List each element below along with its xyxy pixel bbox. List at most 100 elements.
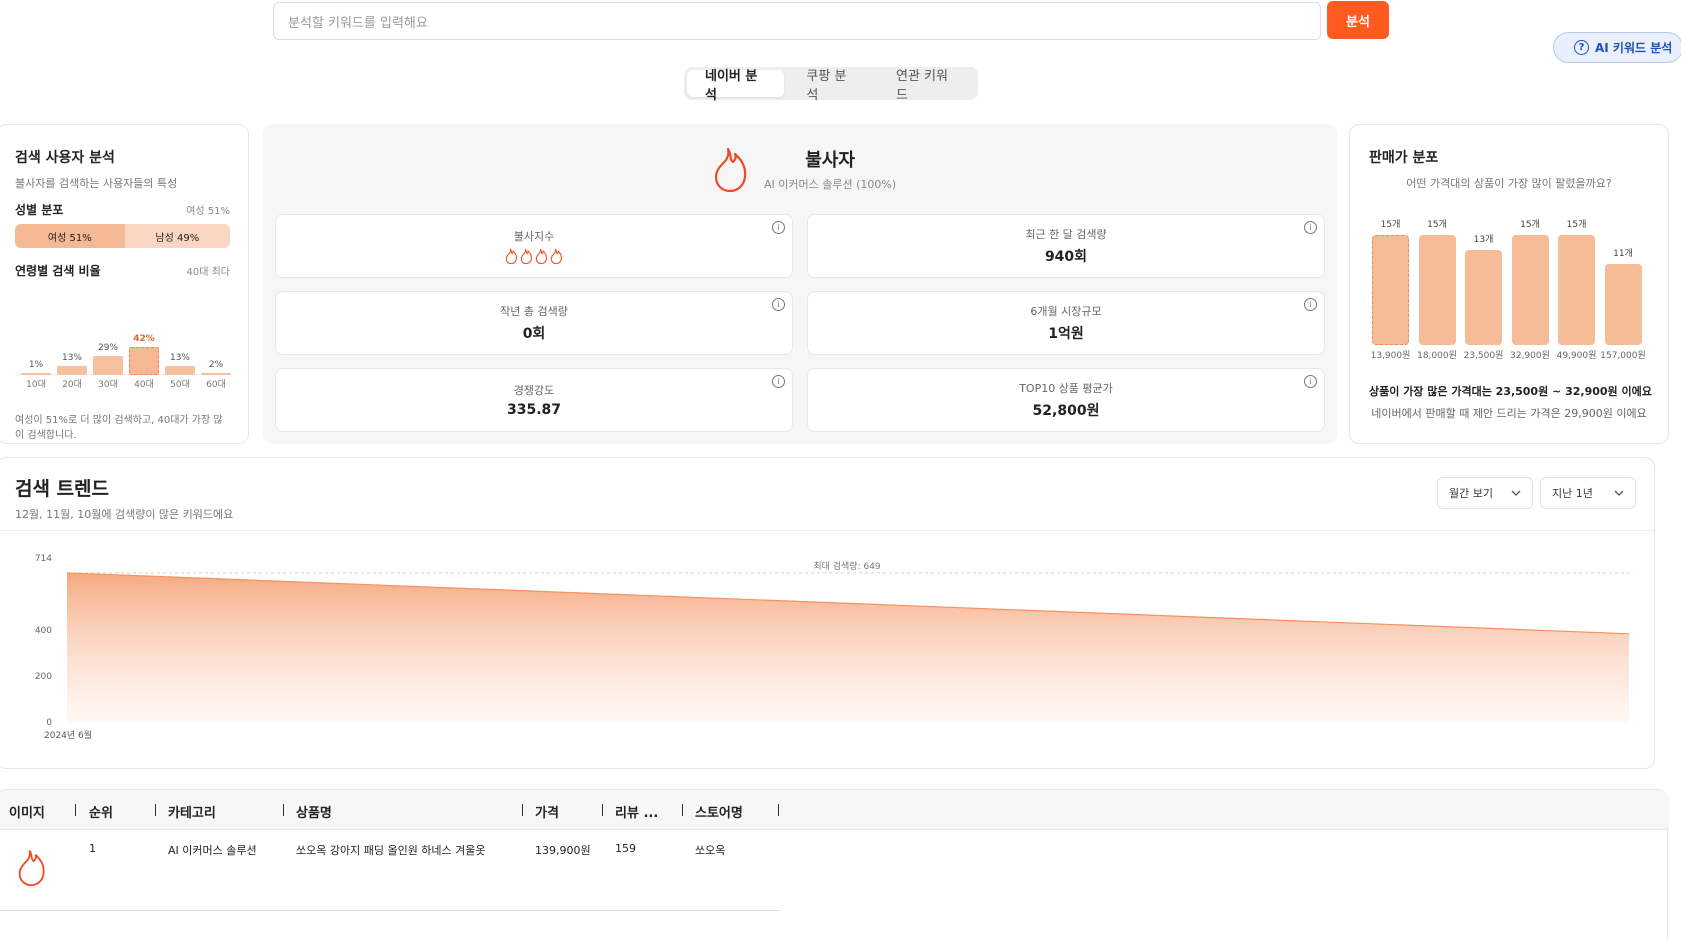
price-bar-count: 15개	[1427, 220, 1447, 230]
info-icon[interactable]: i	[772, 221, 785, 234]
age-label: 10대	[26, 380, 46, 390]
price-bar	[1418, 235, 1456, 345]
age-bar-40대: 42% 40대	[129, 334, 159, 390]
y-tick-label: 200	[35, 672, 52, 682]
metric-value: 52,800원	[1032, 403, 1100, 419]
y-tick-label: 714	[35, 554, 52, 564]
age-bar-60대: 2% 60대	[201, 360, 231, 390]
age-bar	[57, 366, 87, 375]
user-analysis-card: 검색 사용자 분석 불사자를 검색하는 사용자들의 특성 성별 분포 여성 51…	[0, 124, 249, 444]
price-bar-2: 13개 23,500원	[1464, 232, 1504, 361]
search-input[interactable]: 분석할 키워드를 입력해요	[273, 2, 1321, 40]
metric-label: 불사지수	[513, 230, 555, 243]
search-trend-card: 검색 트렌드 12월, 11월, 10월에 검색량이 많은 키워드에요 월간 보…	[0, 457, 1655, 769]
cell-store: 쏘오옥	[695, 844, 726, 857]
metric-value: 940회	[1044, 249, 1088, 265]
price-dist-summary-text: 상품이 가장 많은 가격대는 23,500원 ~ 32,900원 이에요	[1369, 385, 1652, 398]
column-resize-handle[interactable]	[778, 804, 779, 816]
range-select-value: 지난 1년	[1552, 487, 1593, 500]
metric-monthly-search: 최근 한 달 검색량 940회 i	[807, 214, 1325, 278]
product-table: 이미지 순위 카테고리 상품명 가격 리뷰 ... 스토어명 1 AI 이커머스 솔루션 쏘…	[0, 789, 1669, 940]
column-resize-handle[interactable]	[602, 804, 603, 816]
age-bar	[165, 366, 195, 375]
help-icon: ?	[1574, 40, 1589, 55]
price-category-label: 32,900원	[1510, 351, 1550, 361]
info-icon[interactable]: i	[1304, 375, 1317, 388]
header-store[interactable]: 스토어명	[695, 802, 743, 821]
metric-top10-avg-price: TOP10 상품 평균가 52,800원 i	[807, 368, 1325, 432]
column-resize-handle[interactable]	[155, 804, 156, 816]
price-bar-count: 13개	[1473, 234, 1494, 245]
age-pct-label: 29%	[97, 342, 118, 353]
age-label: 50대	[170, 380, 190, 390]
age-pct-label: 42%	[133, 334, 155, 344]
flame-icon	[550, 248, 562, 264]
keyword-name: 불사자	[805, 150, 855, 171]
price-category-label: 18,000원	[1417, 351, 1457, 361]
metric-label: 경쟁강도	[513, 384, 555, 397]
tab-coupang-analysis[interactable]: 쿠팡 분석	[788, 69, 874, 103]
flame-logo-icon	[714, 147, 747, 192]
metric-label: 최근 한 달 검색량	[1025, 228, 1107, 241]
price-dist-suggestion: 네이버에서 판매할 때 제안 드리는 가격은 29,900원 이에요	[1371, 407, 1647, 420]
price-bar-4: 15개 49,900원	[1557, 217, 1597, 361]
flame-icon	[520, 248, 532, 264]
cell-product-name[interactable]: 쏘오옥 강아지 패딩 올인원 하네스 겨울옷	[296, 842, 486, 858]
price-dist-summary: 상품이 가장 많은 가격대는 23,500원 ~ 32,900원 이에요	[1369, 383, 1652, 399]
info-icon[interactable]: i	[772, 298, 785, 311]
user-analysis-subtitle: 불사자를 검색하는 사용자들의 특성	[15, 177, 178, 190]
period-select[interactable]: 월간 보기	[1437, 477, 1533, 509]
analyze-button[interactable]: 분석	[1327, 1, 1389, 39]
age-label: 60대	[206, 380, 226, 390]
age-bar	[129, 347, 159, 375]
price-distribution-chart: 15개 13,900원 15개 18,000원 13개 23,500원 15개 32,900원…	[1369, 203, 1649, 363]
header-category[interactable]: 카테고리	[168, 802, 216, 821]
price-bar-1: 15개 18,000원	[1417, 217, 1457, 361]
age-label: 30대	[98, 380, 118, 390]
metric-label: 작년 총 검색량	[500, 305, 568, 318]
female-segment: 여성 51%	[15, 224, 125, 248]
header-product-name[interactable]: 상품명	[296, 802, 332, 821]
analysis-tabs: 네이버 분석 쿠팡 분석 연관 키워드	[684, 67, 978, 103]
metric-label: TOP10 상품 평균가	[1019, 382, 1113, 395]
price-bar	[1558, 235, 1595, 345]
info-icon[interactable]: i	[1304, 298, 1317, 311]
chevron-down-icon	[1511, 490, 1521, 496]
user-analysis-title: 검색 사용자 분석	[15, 150, 115, 166]
price-bar	[1372, 235, 1409, 345]
max-annotation: 최대 검색량: 649	[813, 560, 881, 572]
bulsa-index-flames	[505, 248, 563, 264]
price-category-label: 13,900원	[1370, 351, 1411, 361]
period-select-value: 월간 보기	[1449, 487, 1493, 500]
tab-related-keywords[interactable]: 연관 키워드	[878, 69, 975, 103]
age-bar-10대: 1% 10대	[21, 360, 51, 390]
price-bar-0: 15개 13,900원	[1371, 217, 1411, 361]
gender-summary: 여성 51%	[186, 206, 230, 217]
range-select[interactable]: 지난 1년	[1540, 477, 1636, 509]
table-header: 이미지 순위 카테고리 상품명 가격 리뷰 ... 스토어명	[0, 790, 1669, 830]
tab-naver-analysis[interactable]: 네이버 분석	[687, 69, 785, 103]
age-label: 40대	[134, 380, 154, 390]
metric-value: 0회	[522, 326, 546, 342]
header-rank[interactable]: 순위	[89, 802, 113, 821]
price-category-label: 157,000원	[1600, 351, 1646, 361]
keyword-category: AI 이커머스 솔루션 (100%)	[764, 178, 897, 191]
price-distribution-card: 판매가 분포 어떤 가격대의 상품이 가장 많이 팔렸을까요? 15개 13,90…	[1349, 124, 1669, 444]
header-image[interactable]: 이미지	[9, 802, 45, 821]
info-icon[interactable]: i	[1304, 221, 1317, 234]
metric-competition: 경쟁강도 335.87 i	[275, 368, 793, 432]
ai-keyword-analysis-button[interactable]: ? AI 키워드 분석	[1553, 32, 1681, 63]
info-icon[interactable]: i	[772, 375, 785, 388]
header-price[interactable]: 가격	[535, 802, 559, 821]
header-reviews[interactable]: 리뷰 ...	[615, 802, 658, 821]
column-resize-handle[interactable]	[682, 804, 683, 816]
column-resize-handle[interactable]	[283, 804, 284, 816]
age-title: 연령별 검색 비율	[15, 264, 101, 278]
price-bar	[1604, 264, 1642, 345]
age-bar-20대: 13% 20대	[57, 353, 87, 390]
age-bar	[93, 355, 123, 375]
column-resize-handle[interactable]	[522, 804, 523, 816]
cell-price: 139,900원	[535, 844, 591, 857]
age-chart: 1% 10대 13% 20대 29% 30대 42% 40대 13% 50대 2% 60대	[15, 287, 231, 397]
column-resize-handle[interactable]	[75, 804, 76, 816]
